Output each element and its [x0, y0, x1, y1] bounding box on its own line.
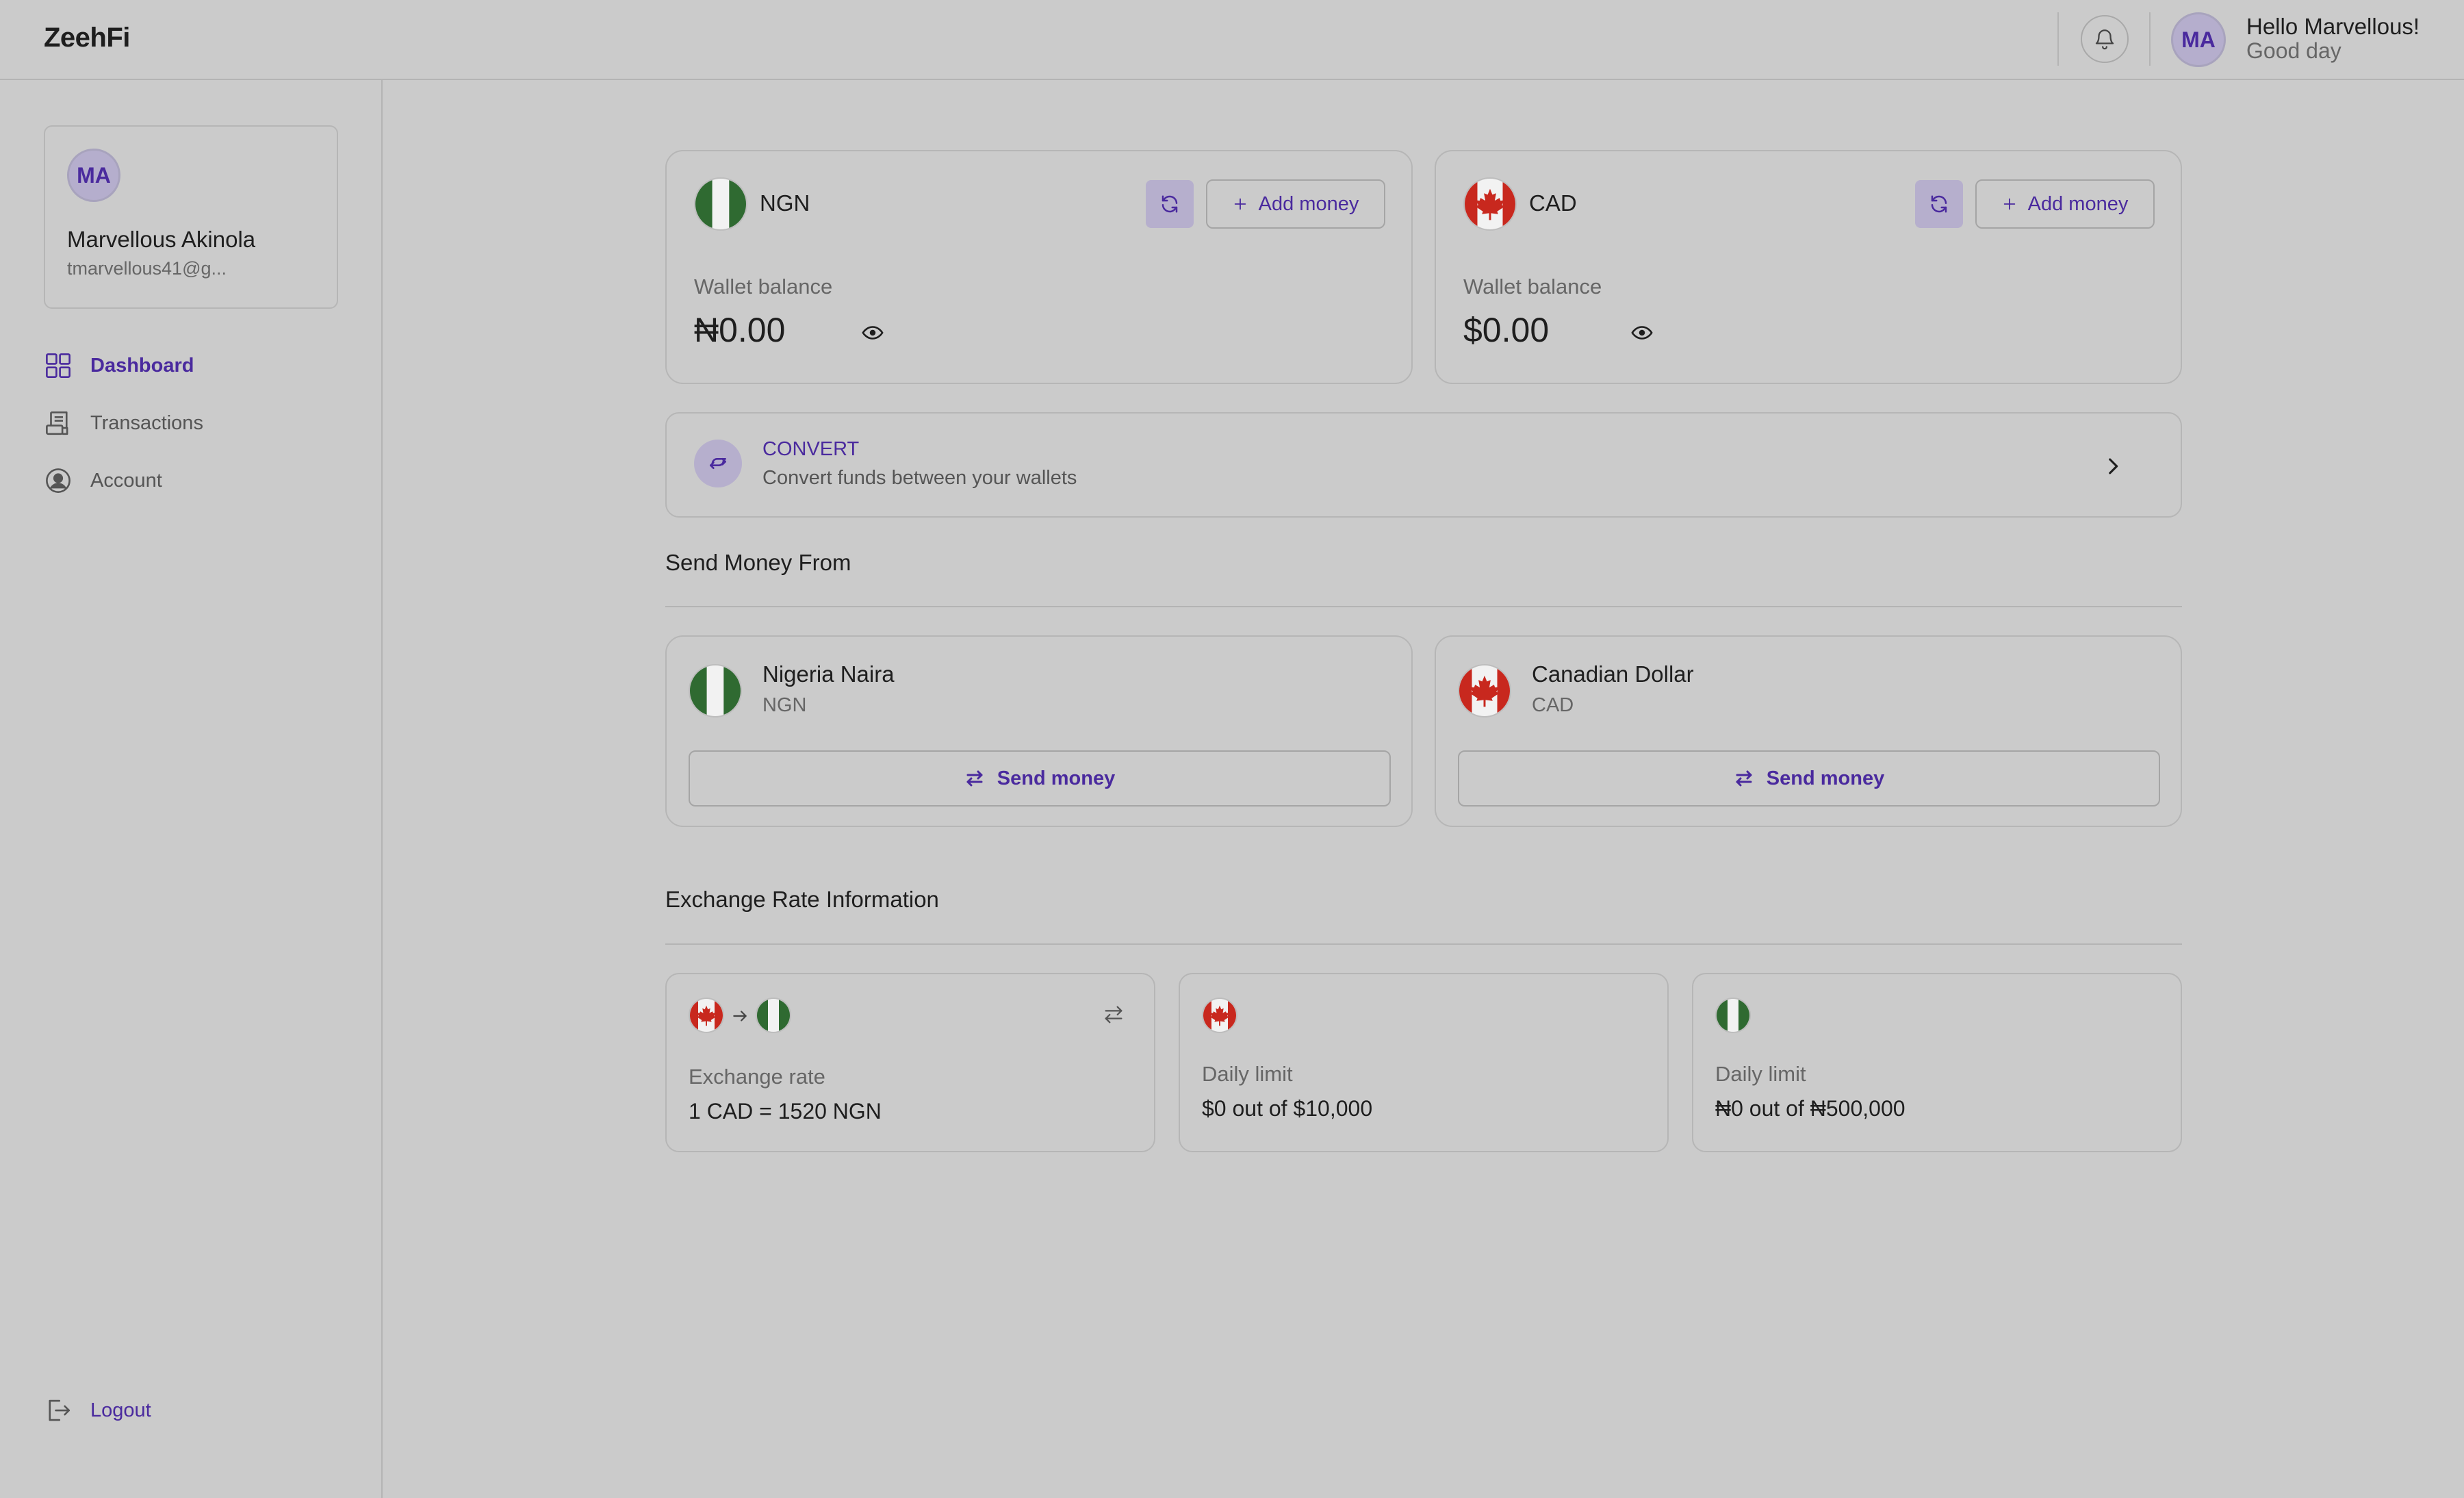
- nigeria-flag-icon: [689, 664, 742, 718]
- sidebar-item-account[interactable]: Account: [44, 466, 162, 495]
- logout-icon: [49, 1399, 70, 1421]
- exchange-section-title: Exchange Rate Information: [665, 887, 939, 912]
- wallet-card-cad: CAD Add money Wallet balance $0.00: [1435, 150, 2182, 384]
- swap-arrows-icon: [966, 770, 983, 787]
- send-card-cad: Canadian Dollar CAD Send money: [1435, 635, 2182, 827]
- greeting-text: Hello Marvellous!: [2246, 14, 2420, 39]
- convert-arrows-icon: [710, 458, 726, 469]
- sidebar-item-label: Transactions: [90, 411, 203, 434]
- wallet-balance-amount: ₦0.00: [694, 311, 786, 349]
- send-money-button[interactable]: Send money: [689, 750, 1391, 807]
- dashboard-grid-icon: [46, 353, 70, 378]
- sidebar-item-dashboard[interactable]: Dashboard: [44, 351, 194, 380]
- bell-icon: [2095, 29, 2114, 50]
- nigeria-flag-icon: [1715, 998, 1751, 1033]
- send-currency-code: CAD: [1532, 694, 1574, 716]
- wallet-balance-label: Wallet balance: [1463, 275, 1602, 299]
- sidebar-item-label: Account: [90, 469, 162, 492]
- add-money-label: Add money: [1258, 192, 1359, 215]
- daily-limit-value: $0 out of $10,000: [1202, 1096, 1373, 1121]
- convert-subtitle: Convert funds between your wallets: [762, 467, 1077, 489]
- topbar-divider: [2149, 12, 2151, 66]
- eye-icon[interactable]: [861, 321, 884, 344]
- refresh-button[interactable]: [1146, 180, 1194, 228]
- profile-name: Marvellous Akinola: [67, 227, 256, 252]
- sidebar-item-transactions[interactable]: Transactions: [44, 409, 203, 437]
- convert-icon-badge: [694, 440, 742, 487]
- wallet-balance-label: Wallet balance: [694, 275, 833, 299]
- user-circle-icon: [46, 468, 70, 493]
- plus-icon: [1234, 198, 1246, 210]
- section-divider: [665, 606, 2182, 607]
- top-bar: ZeehFi MA Hello Marvellous! Good day: [0, 0, 2464, 80]
- exchange-rate-card: Exchange rate 1 CAD = 1520 NGN: [665, 973, 1155, 1152]
- canada-flag-icon: [689, 998, 724, 1033]
- wallet-card-ngn: NGN Add money Wallet balance ₦0.00: [665, 150, 1413, 384]
- daily-limit-value: ₦0 out of ₦500,000: [1715, 1096, 1905, 1121]
- profile-email: tmarvellous41@g...: [67, 258, 227, 279]
- plus-icon: [2003, 198, 2015, 210]
- logout-button[interactable]: Logout: [44, 1396, 151, 1425]
- notifications-button[interactable]: [2081, 15, 2129, 63]
- sidebar: MA Marvellous Akinola tmarvellous41@g...…: [0, 80, 383, 1498]
- refresh-button[interactable]: [1915, 180, 1963, 228]
- exchange-rate-value: 1 CAD = 1520 NGN: [689, 1099, 882, 1124]
- canada-flag-icon: [1458, 664, 1511, 718]
- convert-row[interactable]: CONVERT Convert funds between your walle…: [665, 412, 2182, 518]
- send-money-label: Send money: [997, 767, 1116, 789]
- nigeria-flag-icon: [756, 998, 791, 1033]
- profile-card[interactable]: MA Marvellous Akinola tmarvellous41@g...: [44, 125, 338, 309]
- arrow-right-icon: [733, 1011, 747, 1021]
- app-logo[interactable]: ZeehFi: [44, 23, 130, 53]
- canada-flag-icon: [1463, 177, 1517, 231]
- add-money-button[interactable]: Add money: [1975, 179, 2155, 229]
- canada-flag-icon: [1202, 998, 1237, 1033]
- topbar-divider: [2057, 12, 2059, 66]
- subgreeting-text: Good day: [2246, 38, 2341, 63]
- send-currency-name: Nigeria Naira: [762, 661, 895, 687]
- convert-title: CONVERT: [762, 438, 860, 460]
- refresh-icon: [1931, 195, 1947, 213]
- nigeria-flag-icon: [694, 177, 747, 231]
- receipt-icon: [46, 411, 68, 435]
- send-section-title: Send Money From: [665, 550, 851, 575]
- daily-limit-card-cad: Daily limit $0 out of $10,000: [1179, 973, 1669, 1152]
- user-avatar[interactable]: MA: [2171, 12, 2226, 67]
- wallet-balance-amount: $0.00: [1463, 311, 1550, 349]
- daily-limit-card-ngn: Daily limit ₦0 out of ₦500,000: [1692, 973, 2182, 1152]
- sidebar-item-label: Dashboard: [90, 354, 194, 377]
- send-money-button[interactable]: Send money: [1458, 750, 2160, 807]
- chevron-right-icon: [2109, 458, 2118, 474]
- exchange-rate-label: Exchange rate: [689, 1065, 825, 1089]
- wallet-currency-code: NGN: [760, 190, 810, 216]
- daily-limit-label: Daily limit: [1202, 1062, 1293, 1086]
- send-currency-name: Canadian Dollar: [1532, 661, 1694, 687]
- send-money-label: Send money: [1766, 767, 1885, 789]
- add-money-button[interactable]: Add money: [1206, 179, 1385, 229]
- logout-label: Logout: [90, 1399, 151, 1421]
- profile-avatar: MA: [67, 149, 120, 202]
- section-divider: [665, 943, 2182, 945]
- refresh-icon: [1162, 195, 1178, 213]
- wallet-currency-code: CAD: [1529, 190, 1577, 216]
- daily-limit-label: Daily limit: [1715, 1062, 1806, 1086]
- send-card-ngn: Nigeria Naira NGN Send money: [665, 635, 1413, 827]
- add-money-label: Add money: [2027, 192, 2129, 215]
- eye-icon[interactable]: [1630, 321, 1654, 344]
- swap-arrows-icon: [1736, 770, 1752, 787]
- swap-horizontal-icon[interactable]: [1102, 1003, 1125, 1026]
- send-currency-code: NGN: [762, 694, 807, 716]
